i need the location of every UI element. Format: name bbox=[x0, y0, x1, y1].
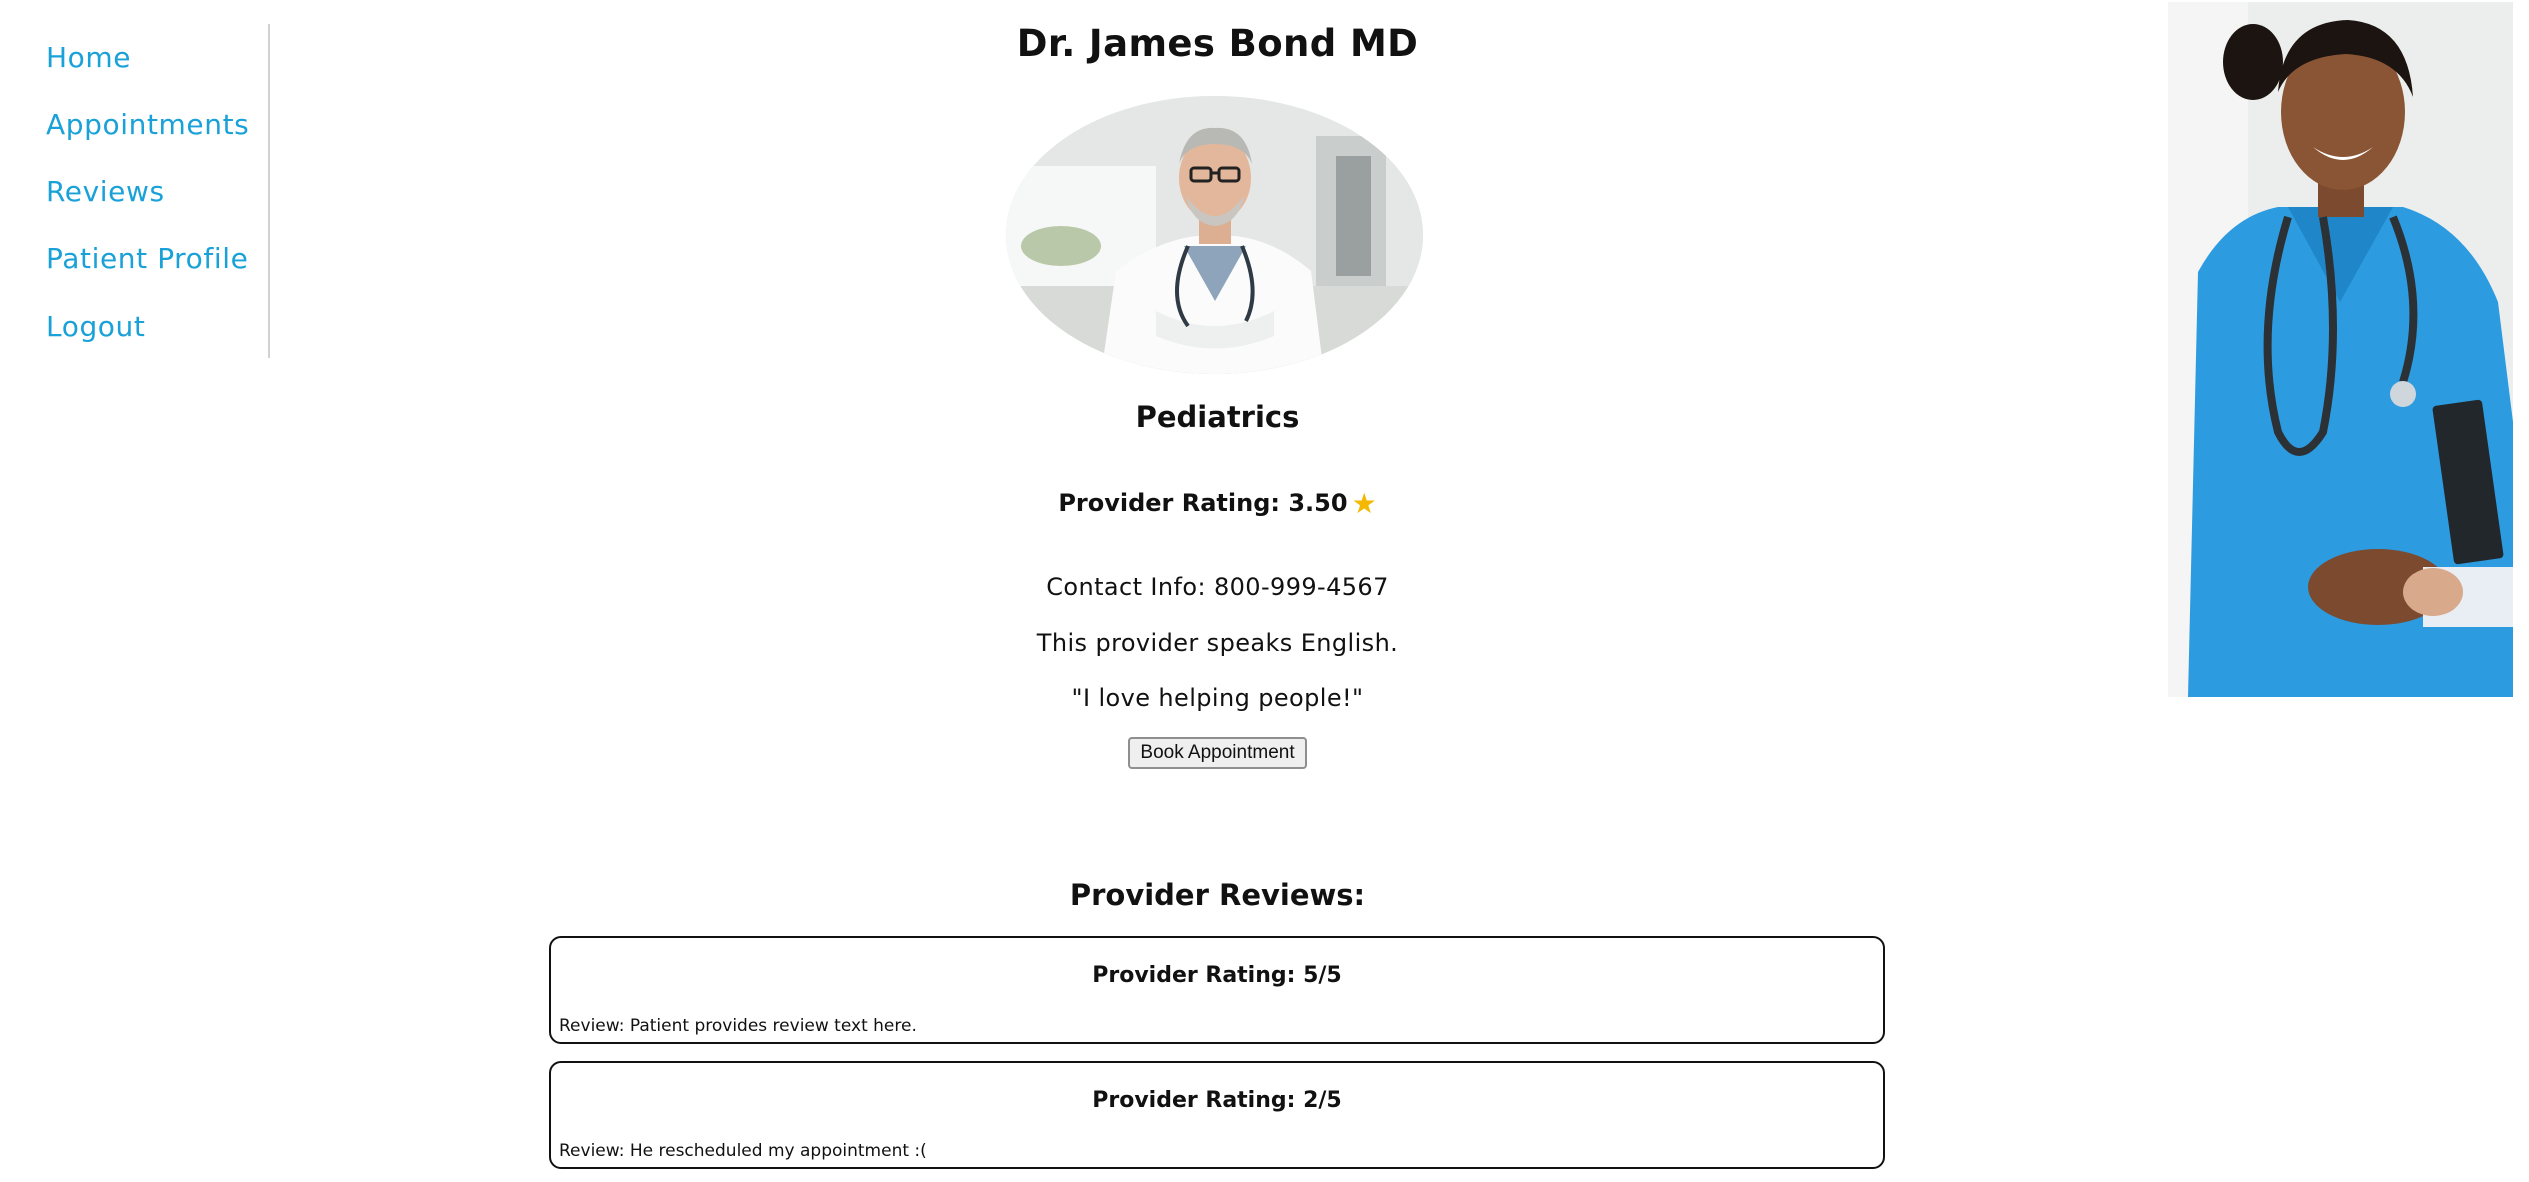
provider-rating-label: Provider Rating: 3.50 bbox=[1058, 489, 1348, 517]
provider-contact: Contact Info: 800-999-4567 bbox=[1046, 573, 1389, 601]
provider-quote: "I love helping people!" bbox=[1071, 684, 1364, 712]
provider-rating: Provider Rating: 3.50 ★ bbox=[0, 487, 2435, 520]
provider-specialty: Pediatrics bbox=[1135, 400, 1300, 434]
provider-language: This provider speaks English. bbox=[1036, 629, 1399, 657]
reviews-heading: Provider Reviews: bbox=[1069, 878, 1366, 912]
book-appointment-button[interactable]: Book Appointment bbox=[1128, 737, 1307, 769]
provider-name: Dr. James Bond MD bbox=[1016, 22, 1419, 65]
review-rating: Provider Rating: 2/5 bbox=[1092, 1088, 1342, 1113]
review-rating: Provider Rating: 5/5 bbox=[1092, 963, 1342, 988]
review-text: Review: He rescheduled my appointment :( bbox=[559, 1141, 927, 1161]
star-icon: ★ bbox=[1351, 487, 1377, 520]
provider-photo bbox=[1006, 96, 1423, 374]
review-text: Review: Patient provides review text her… bbox=[559, 1016, 917, 1036]
nurse-handshake-photo bbox=[2168, 2, 2513, 697]
provider-profile: Dr. James Bond MD Pediatrics Provider Ra… bbox=[0, 0, 2435, 1182]
review-card: Provider Rating: 2/5 Review: He reschedu… bbox=[549, 1061, 1885, 1169]
doctor-portrait-image bbox=[1006, 96, 1423, 374]
review-card: Provider Rating: 5/5 Review: Patient pro… bbox=[549, 936, 1885, 1044]
book-appointment-wrapper: Book Appointment bbox=[0, 737, 2435, 769]
nurse-illustration bbox=[2168, 2, 2513, 697]
